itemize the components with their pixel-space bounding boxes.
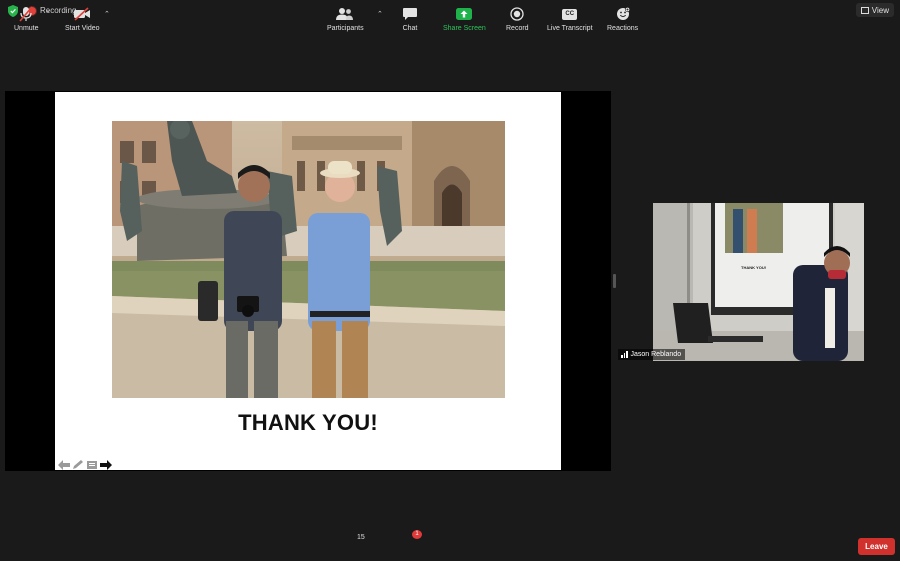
panel-splitter-handle[interactable] [613, 274, 616, 288]
grid-view-icon [860, 6, 869, 14]
next-arrow-icon[interactable] [100, 457, 112, 470]
view-label: View [871, 5, 889, 15]
previous-arrow-icon[interactable] [58, 457, 70, 470]
presentation-slide: THANK YOU! [55, 92, 561, 470]
record-icon [510, 6, 524, 22]
share-screen-label: Share Screen [443, 25, 486, 32]
leave-button[interactable]: Leave [858, 538, 895, 555]
participant-video-frame [653, 203, 864, 361]
participants-count: 15 [357, 534, 365, 541]
slide-title: THANK YOU! [238, 410, 378, 435]
chat-unread-badge: 1 [412, 530, 422, 539]
record-button[interactable]: Record [506, 6, 529, 32]
mini-slide-text: THANK YOU! [741, 265, 767, 270]
live-transcript-label: Live Transcript [547, 25, 593, 32]
share-screen-button[interactable]: Share Screen [443, 6, 486, 32]
participants-label: Participants [327, 25, 364, 32]
participants-icon [336, 6, 354, 22]
live-transcript-button[interactable]: CC Live Transcript [547, 6, 593, 32]
meeting-toolbar [0, 527, 900, 561]
audio-options-caret-icon[interactable]: ⌃ [45, 10, 51, 18]
chat-label: Chat [402, 25, 418, 32]
pen-icon[interactable] [72, 457, 84, 469]
reactions-smiley-icon [616, 6, 630, 22]
record-label: Record [506, 25, 529, 32]
reactions-button[interactable]: Reactions [607, 6, 638, 32]
start-video-label: Start Video [65, 25, 100, 32]
share-screen-icon [456, 6, 473, 22]
view-button[interactable]: View [855, 3, 894, 17]
participant-video-tile[interactable]: THANK YOU! [653, 203, 864, 361]
chat-button[interactable]: Chat [402, 6, 418, 32]
reactions-label: Reactions [607, 25, 639, 32]
unmute-button[interactable]: Unmute [14, 6, 39, 32]
muted-microphone-icon [19, 6, 33, 22]
shared-screen: THANK YOU! [5, 91, 611, 471]
video-off-icon [73, 6, 91, 22]
participant-name-tag: Jason Reblando [618, 349, 686, 360]
start-video-button[interactable]: Start Video [65, 6, 100, 32]
participants-options-caret-icon[interactable]: ⌃ [377, 10, 383, 18]
annotation-controls [58, 457, 112, 470]
connection-signal-icon [621, 351, 628, 358]
video-options-caret-icon[interactable]: ⌃ [104, 10, 110, 18]
participants-button[interactable]: Participants [327, 6, 364, 32]
closed-caption-icon: CC [562, 6, 578, 22]
slide-menu-icon[interactable] [86, 457, 98, 469]
unmute-label: Unmute [14, 25, 39, 32]
chat-icon [402, 6, 418, 22]
slide-photo [112, 121, 505, 398]
participant-name: Jason Reblando [630, 351, 682, 358]
